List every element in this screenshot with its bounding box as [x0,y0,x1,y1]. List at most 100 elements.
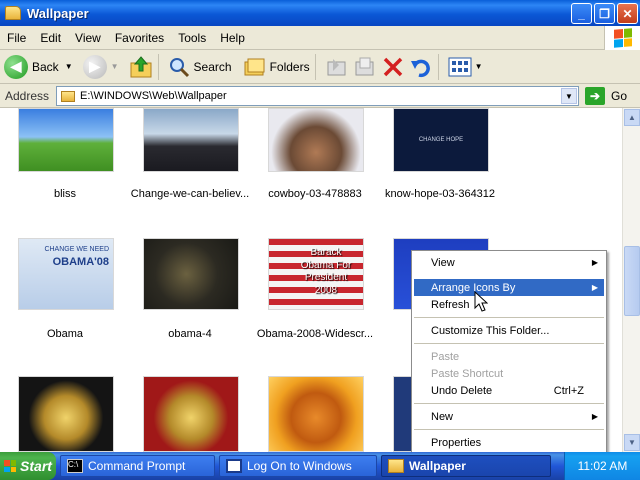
file-name: obama-4 [168,328,212,340]
folders-icon [244,58,265,75]
search-icon [169,57,189,77]
thumbnail-text: OBAMA'08 [52,255,109,268]
minimize-button[interactable]: _ [571,3,592,24]
back-dropdown-icon[interactable]: ▼ [65,62,73,71]
up-button[interactable] [129,55,153,79]
go-arrow-icon: ➔ [585,87,605,105]
system-tray: 11:02 AM [564,452,640,480]
search-label: Search [193,59,232,74]
menu-item-shortcut: Ctrl+Z [553,384,584,397]
views-dropdown-icon[interactable]: ▼ [475,62,483,71]
window-controls: _ ❐ ✕ [571,3,638,24]
go-button[interactable]: ➔ Go [585,87,627,105]
thumbnail [268,108,364,172]
back-button[interactable]: ◀ Back ▼ [4,54,73,79]
file-name: Obama [46,328,84,340]
menu-separator [414,403,604,404]
menu-item-paste: Paste [414,348,604,365]
mouse-cursor-icon [474,291,488,312]
windows-logo-icon [604,26,640,50]
folder-icon [5,6,21,20]
thumbnail [143,376,239,452]
scroll-up-icon[interactable]: ▲ [624,109,640,126]
menu-tools[interactable]: Tools [171,31,213,45]
views-icon [448,57,472,76]
copy-to-icon [355,57,374,75]
address-field[interactable]: E:\WINDOWS\Web\Wallpaper ▼ [56,86,579,106]
forward-arrow-icon: ▶ [82,54,107,79]
go-label: Go [611,89,628,103]
vertical-scrollbar[interactable]: ▲ ▼ [622,108,640,452]
menu-help[interactable]: Help [213,31,252,45]
file-name: Change-we-can-believ... [130,188,250,200]
thumbnail: CHANGE HOPE [393,108,489,172]
submenu-arrow-icon: ▶ [591,258,598,267]
window-title: Wallpaper [27,5,89,21]
delete-button[interactable] [381,55,405,79]
thumbnail [143,238,239,310]
menu-item-properties[interactable]: Properties [414,434,604,451]
back-label: Back [32,59,59,74]
thumbnail-text: Barack Obama For President 2008 [300,247,352,296]
menu-item-label: Customize This Folder... [431,324,550,337]
menu-separator [414,429,604,430]
command-prompt-icon: C:\ [67,459,83,473]
menu-item-new[interactable]: New ▶ [414,408,604,425]
forward-button[interactable]: ▶ ▼ [82,54,119,79]
views-button[interactable]: ▼ [448,56,483,78]
folder-up-icon [130,55,152,77]
menu-item-arrange-icons-by[interactable]: Arrange Icons By ▶ [414,279,604,296]
taskbar: Start C:\ Command Prompt Log On to Windo… [0,452,640,480]
thumbnail-text: CHANGE WE NEED [44,246,109,253]
copy-to-button[interactable] [353,55,377,79]
address-dropdown-icon[interactable]: ▼ [561,88,577,104]
address-value: E:\WINDOWS\Web\Wallpaper [80,90,227,102]
move-to-button[interactable] [325,55,349,79]
menu-item-view[interactable]: View ▶ [414,254,604,271]
maximize-button[interactable]: ❐ [594,3,615,24]
menu-item-label: Paste [431,350,460,363]
taskbar-item-label: Command Prompt [88,459,186,473]
submenu-arrow-icon: ▶ [591,283,598,292]
file-name: cowboy-03-478883 [268,188,362,200]
taskbar-item-command-prompt[interactable]: C:\ Command Prompt [60,455,215,477]
menu-edit[interactable]: Edit [33,31,68,45]
menu-item-label: Undo Delete [431,384,493,397]
toolbar-separator [437,53,439,80]
menu-item-label: Properties [431,436,482,449]
start-button[interactable]: Start [0,452,56,480]
folders-button[interactable]: Folders [244,56,310,78]
clock[interactable]: 11:02 AM [578,459,628,473]
menu-item-refresh[interactable]: Refresh [414,296,604,313]
close-button[interactable]: ✕ [617,3,638,24]
menu-view[interactable]: View [68,31,108,45]
context-menu: View ▶ Arrange Icons By ▶ Refresh Customiz… [411,250,607,454]
folders-label: Folders [269,59,310,74]
taskbar-item-wallpaper[interactable]: Wallpaper [381,455,551,477]
start-label: Start [20,458,52,474]
scroll-down-icon[interactable]: ▼ [624,434,640,451]
folder-icon [388,459,404,473]
delete-x-icon [383,57,402,76]
thumbnail-text: CHANGE HOPE [418,137,464,143]
menu-item-customize-folder[interactable]: Customize This Folder... [414,322,604,339]
back-arrow-icon: ◀ [4,54,28,79]
menu-item-label: Paste Shortcut [431,367,504,380]
standard-toolbar: ◀ Back ▼ ▶ ▼ Search Folders ▼ [0,50,640,84]
thumbnail: CHANGE WE NEED OBAMA'08 [18,238,114,310]
menu-favorites[interactable]: Favorites [108,31,171,45]
undo-button[interactable] [409,55,433,79]
toolbar-separator [314,53,316,80]
scrollbar-thumb[interactable] [624,246,640,316]
address-label: Address [5,88,50,103]
forward-dropdown-icon[interactable]: ▼ [111,62,119,71]
taskbar-item-log-on[interactable]: Log On to Windows [219,455,377,477]
menu-separator [414,317,604,318]
search-button[interactable]: Search [168,56,232,78]
title-bar[interactable]: Wallpaper _ ❐ ✕ [0,0,640,26]
menu-item-undo-delete[interactable]: Undo Delete Ctrl+Z [414,382,604,399]
menu-file[interactable]: File [0,31,33,45]
thumbnail [268,376,364,452]
menu-item-label: View [431,256,455,269]
undo-icon [410,59,430,77]
